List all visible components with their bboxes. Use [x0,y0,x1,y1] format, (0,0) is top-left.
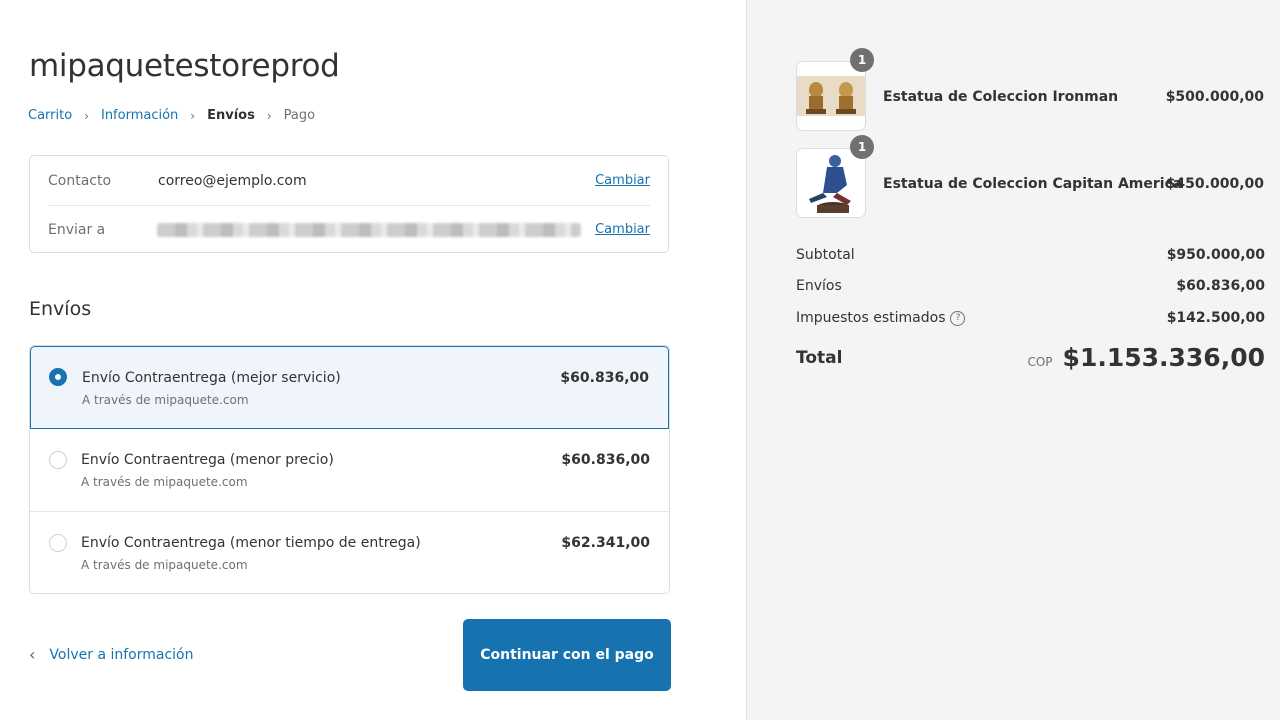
chevron-right-icon: › [266,108,272,123]
review-block: Contacto correo@ejemplo.com Cambiar Envi… [29,155,669,253]
product-thumbnail [796,148,866,218]
ironman-statue-image [797,62,865,130]
ship-to-label: Enviar a [48,221,106,238]
back-to-information-link[interactable]: ‹ Volver a información [29,645,194,664]
currency-code: COP [1027,355,1053,369]
redacted-address [156,222,582,237]
contact-row: Contacto correo@ejemplo.com Cambiar [48,156,650,206]
captain-america-statue-image [797,149,865,217]
shipping-section-title: Envíos [29,298,92,320]
shipping-cost-row: Envíos $60.836,00 [796,278,1265,294]
breadcrumb-cart[interactable]: Carrito [28,108,72,123]
total-label: Total [796,347,843,368]
change-address-link[interactable]: Cambiar [595,222,650,237]
taxes-label-group: Impuestos estimados? [796,310,966,326]
product-thumbnail [796,61,866,131]
help-icon[interactable]: ? [950,310,966,326]
checkout-main: mipaquetestoreprod Carrito › Información… [0,0,746,720]
contact-value: correo@ejemplo.com [158,172,307,189]
shipping-option-name: Envío Contraentrega (menor precio) [81,452,334,468]
contact-label: Contacto [48,172,112,189]
shipping-option-name: Envío Contraentrega (menor tiempo de ent… [81,535,421,551]
taxes-value: $142.500,00 [1166,310,1265,326]
total-value: $1.153.336,00 [1062,343,1265,372]
radio-selected-icon[interactable] [49,368,67,386]
shipping-option[interactable]: Envío Contraentrega (mejor servicio) A t… [30,346,669,429]
chevron-left-icon: ‹ [29,645,36,664]
radio-unselected-icon[interactable] [49,534,67,552]
quantity-badge: 1 [850,48,874,72]
shipping-option-carrier: A través de mipaquete.com [82,393,249,407]
back-link-label: Volver a información [49,646,194,663]
subtotal-label: Subtotal [796,247,855,263]
breadcrumb-information[interactable]: Información [101,108,178,123]
change-contact-link[interactable]: Cambiar [595,173,650,188]
shipping-option-carrier: A través de mipaquete.com [81,475,248,489]
continue-to-payment-button[interactable]: Continuar con el pago [463,619,671,691]
quantity-badge: 1 [850,135,874,159]
shipping-option[interactable]: Envío Contraentrega (menor precio) A tra… [30,429,669,512]
shipping-cost-label: Envíos [796,278,842,294]
shipping-option-carrier: A través de mipaquete.com [81,558,248,572]
chevron-right-icon: › [190,108,196,123]
ship-to-row: Enviar a Cambiar [48,205,650,254]
radio-unselected-icon[interactable] [49,451,67,469]
item-name: Estatua de Coleccion Capitan America [883,176,1183,192]
shipping-option-name: Envío Contraentrega (mejor servicio) [82,370,341,386]
shipping-option-price: $60.836,00 [561,452,650,468]
store-title[interactable]: mipaquetestoreprod [29,48,340,84]
total-amount: COP $1.153.336,00 [1027,343,1265,372]
shipping-options: Envío Contraentrega (mejor servicio) A t… [29,345,670,594]
order-item: 1 Estatua de Coleccion Capitan America $… [796,135,1266,220]
shipping-cost-value: $60.836,00 [1176,278,1265,294]
taxes-row: Impuestos estimados? $142.500,00 [796,310,1265,326]
shipping-option[interactable]: Envío Contraentrega (menor tiempo de ent… [30,512,669,593]
item-price: $500.000,00 [1165,89,1264,105]
shipping-option-price: $60.836,00 [560,370,649,386]
shipping-option-price: $62.341,00 [561,535,650,551]
breadcrumb: Carrito › Información › Envíos › Pago [28,108,315,123]
item-price: $450.000,00 [1165,176,1264,192]
item-name: Estatua de Coleccion Ironman [883,89,1119,105]
order-item: 1 Estatua de Coleccion Ironman $500.000,… [796,48,1266,133]
subtotal-row: Subtotal $950.000,00 [796,247,1265,263]
taxes-label: Impuestos estimados [796,310,946,326]
total-row: Total COP $1.153.336,00 [796,343,1265,372]
chevron-right-icon: › [84,108,89,123]
subtotal-value: $950.000,00 [1166,247,1265,263]
breadcrumb-shipping: Envíos [207,108,255,123]
breadcrumb-payment: Pago [283,108,316,123]
